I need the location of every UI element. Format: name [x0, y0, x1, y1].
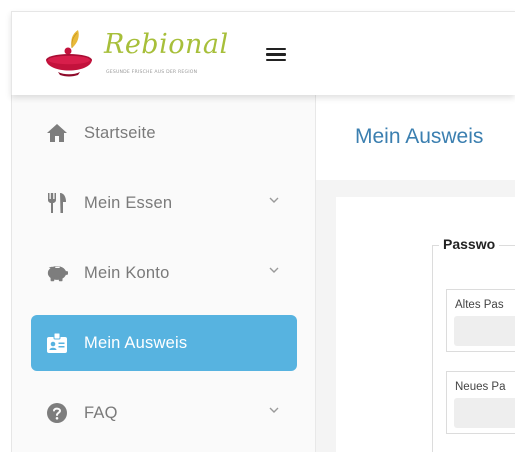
- hamburger-icon[interactable]: [263, 45, 289, 65]
- piggy-bank-icon: [46, 262, 68, 284]
- password-fieldset: Passwo Altes Pas Neues Pa: [432, 236, 515, 452]
- fork-knife-icon: [46, 192, 68, 214]
- fieldset-legend: Passwo: [439, 236, 500, 252]
- old-password-input[interactable]: [454, 316, 515, 346]
- sidebar-item-label: Mein Konto: [84, 263, 170, 282]
- content-card: Passwo Altes Pas Neues Pa: [336, 197, 515, 452]
- main-content: Mein Ausweis Passwo Altes Pas Neues Pa: [316, 95, 515, 452]
- sidebar: Startseite Mein Essen Mein Konto Mein Au…: [11, 95, 316, 452]
- chevron-down-icon: [269, 197, 279, 203]
- old-password-field: Altes Pas: [446, 289, 515, 352]
- sidebar-item-startseite[interactable]: Startseite: [31, 105, 297, 161]
- page-title-bar: Mein Ausweis: [316, 95, 515, 180]
- brand-logo[interactable]: Rebional GESUNDE FRISCHE AUS DER REGION: [44, 26, 234, 84]
- sidebar-item-label: Startseite: [84, 123, 156, 142]
- sidebar-item-label: Mein Essen: [84, 193, 173, 212]
- new-password-label: Neues Pa: [455, 381, 506, 393]
- question-icon: [46, 402, 68, 424]
- old-password-label: Altes Pas: [455, 299, 504, 311]
- sidebar-item-mein-ausweis[interactable]: Mein Ausweis: [31, 315, 297, 371]
- page-title: Mein Ausweis: [355, 125, 484, 148]
- id-badge-icon: [46, 332, 68, 354]
- sidebar-item-faq[interactable]: FAQ: [31, 385, 297, 441]
- chevron-down-icon: [269, 407, 279, 413]
- sidebar-item-mein-konto[interactable]: Mein Konto: [31, 245, 297, 301]
- new-password-field: Neues Pa: [446, 371, 515, 434]
- brand-wordmark: Rebional: [104, 29, 229, 60]
- bowl-logo-icon: [46, 30, 92, 77]
- home-icon: [46, 122, 68, 144]
- chevron-down-icon: [269, 267, 279, 273]
- top-header: Rebional GESUNDE FRISCHE AUS DER REGION: [11, 11, 515, 95]
- sidebar-item-mein-essen[interactable]: Mein Essen: [31, 175, 297, 231]
- sidebar-item-label: Mein Ausweis: [84, 333, 188, 352]
- brand-tagline: GESUNDE FRISCHE AUS DER REGION: [106, 70, 198, 75]
- new-password-input[interactable]: [454, 398, 515, 428]
- sidebar-item-label: FAQ: [84, 403, 118, 422]
